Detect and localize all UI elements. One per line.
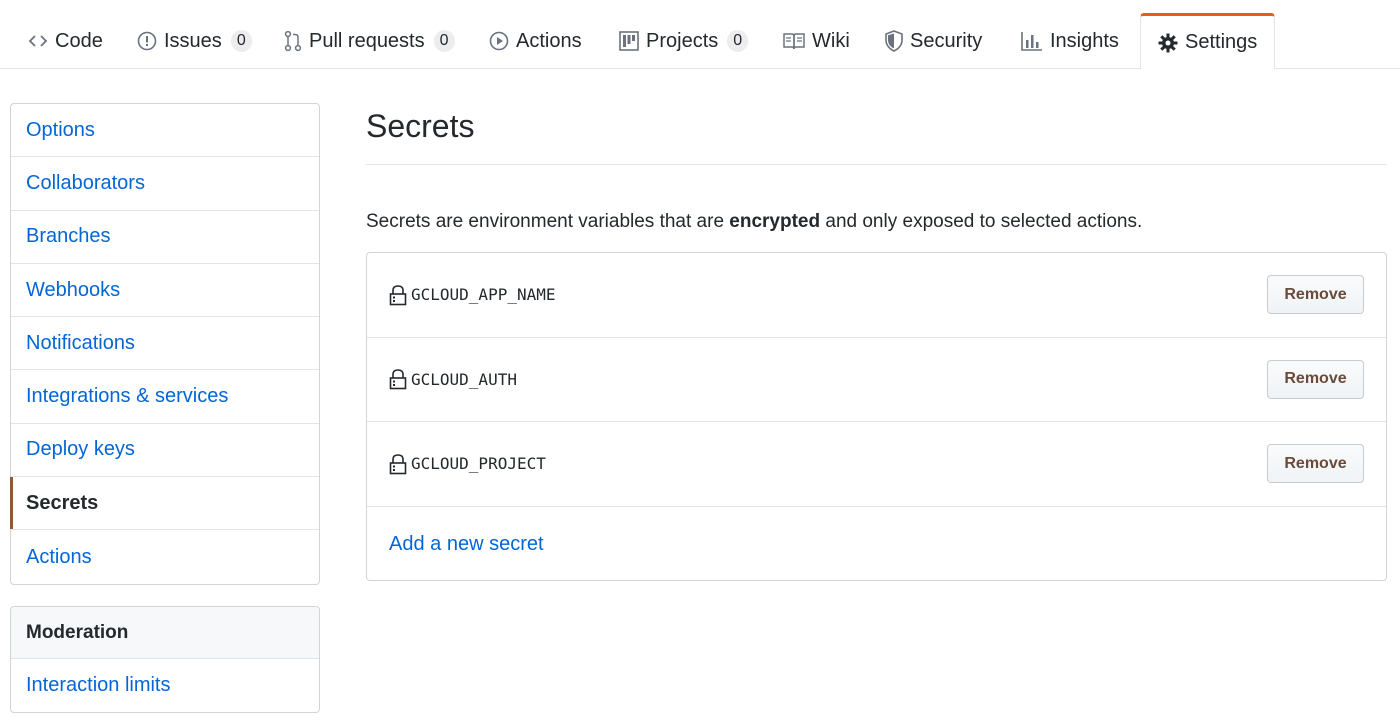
book-icon xyxy=(783,32,805,50)
sidebar-item-collaborators[interactable]: Collaborators xyxy=(11,157,319,211)
tab-label: Code xyxy=(55,29,103,52)
issue-icon xyxy=(137,31,157,51)
sidebar-item-actions[interactable]: Actions xyxy=(11,530,319,583)
sidebar-item-branches[interactable]: Branches xyxy=(11,211,319,264)
secret-row: GCLOUD_AUTH Remove xyxy=(367,338,1386,422)
gear-icon xyxy=(1158,33,1178,53)
tab-insights[interactable]: Insights xyxy=(1021,13,1119,69)
tab-label: Projects xyxy=(646,29,719,52)
moderation-menu: Moderation Interaction limits xyxy=(10,606,320,714)
tab-actions[interactable]: Actions xyxy=(489,13,582,69)
lock-icon xyxy=(389,453,407,475)
lock-icon xyxy=(389,284,407,306)
project-icon xyxy=(619,31,639,51)
description-emphasis: encrypted xyxy=(729,211,821,232)
secret-row: GCLOUD_PROJECT Remove xyxy=(367,422,1386,507)
sidebar-item-deploy-keys[interactable]: Deploy keys xyxy=(11,424,319,478)
pull-requests-counter: 0 xyxy=(433,30,455,52)
page-title: Secrets xyxy=(366,108,475,144)
sidebar-item-notifications[interactable]: Notifications xyxy=(11,317,319,371)
add-new-secret-link[interactable]: Add a new secret xyxy=(389,533,544,556)
tab-label: Actions xyxy=(516,29,582,52)
secret-label: GCLOUD_APP_NAME xyxy=(389,284,556,306)
sidebar-item-interaction-limits[interactable]: Interaction limits xyxy=(11,659,319,712)
tab-issues[interactable]: Issues 0 xyxy=(137,13,252,69)
projects-counter: 0 xyxy=(727,30,749,52)
tab-label: Settings xyxy=(1185,31,1258,53)
issues-counter: 0 xyxy=(230,30,252,52)
repo-nav: Code Issues 0 Pull requests 0 Actions Pr… xyxy=(0,0,1400,70)
lock-icon xyxy=(389,368,407,390)
tab-label: Issues xyxy=(164,29,222,52)
add-secret-row: Add a new secret xyxy=(367,507,1386,582)
tab-label: Insights xyxy=(1050,29,1119,52)
tab-label: Wiki xyxy=(812,29,850,52)
description-text: Secrets are environment variables that a… xyxy=(366,211,730,232)
secrets-list: GCLOUD_APP_NAME Remove GCLOUD_AUTH Remov… xyxy=(366,252,1387,581)
title-divider xyxy=(366,164,1387,165)
secret-name: GCLOUD_PROJECT xyxy=(411,454,546,474)
sidebar-item-options[interactable]: Options xyxy=(11,104,319,158)
secret-label: GCLOUD_PROJECT xyxy=(389,453,546,475)
tab-pull-requests[interactable]: Pull requests 0 xyxy=(284,13,455,69)
pull-request-icon xyxy=(284,30,302,52)
tab-label: Pull requests xyxy=(309,29,425,52)
settings-sidebar-menu: Options Collaborators Branches Webhooks … xyxy=(10,103,320,585)
play-icon xyxy=(489,31,509,51)
secret-row: GCLOUD_APP_NAME Remove xyxy=(367,253,1386,338)
tab-security[interactable]: Security xyxy=(885,13,982,69)
tab-settings[interactable]: Settings xyxy=(1140,13,1276,70)
secret-name: GCLOUD_APP_NAME xyxy=(411,285,556,305)
tab-wiki[interactable]: Wiki xyxy=(783,13,850,69)
shield-icon xyxy=(885,30,903,52)
remove-secret-button[interactable]: Remove xyxy=(1267,275,1364,315)
remove-secret-button[interactable]: Remove xyxy=(1267,444,1364,484)
sidebar-item-integrations[interactable]: Integrations & services xyxy=(11,370,319,424)
tab-projects[interactable]: Projects 0 xyxy=(619,13,749,69)
description-text: and only exposed to selected actions. xyxy=(820,211,1143,232)
secrets-description: Secrets are environment variables that a… xyxy=(366,211,1142,233)
tab-code[interactable]: Code xyxy=(28,13,103,69)
secret-label: GCLOUD_AUTH xyxy=(389,368,517,390)
tab-label: Security xyxy=(910,29,983,52)
sidebar-item-webhooks[interactable]: Webhooks xyxy=(11,264,319,318)
graph-icon xyxy=(1021,31,1043,51)
secret-name: GCLOUD_AUTH xyxy=(411,369,517,389)
moderation-heading: Moderation xyxy=(11,607,319,659)
code-icon xyxy=(28,33,48,49)
remove-secret-button[interactable]: Remove xyxy=(1267,359,1364,399)
sidebar-item-secrets[interactable]: Secrets xyxy=(10,477,319,531)
